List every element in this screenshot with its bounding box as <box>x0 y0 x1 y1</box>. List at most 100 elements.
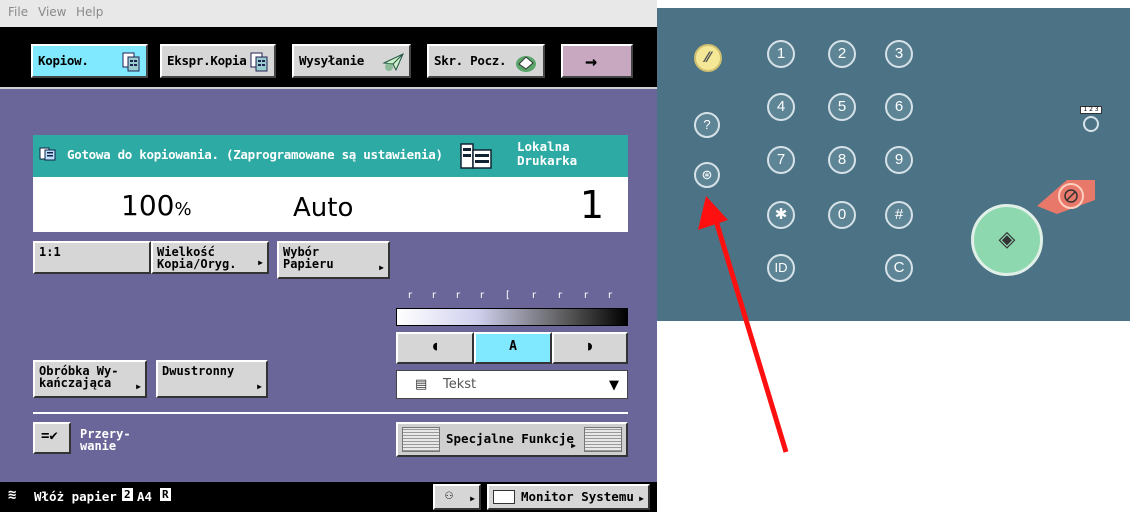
stop-key[interactable] <box>1037 176 1097 216</box>
help-key[interactable]: ? <box>694 112 720 138</box>
chevron-right-icon: ▶ <box>379 263 384 272</box>
interrupt-button[interactable]: =✔ <box>33 422 71 454</box>
key-9[interactable]: 9 <box>885 146 913 174</box>
key-2[interactable]: 2 <box>828 40 856 68</box>
menu-bar: File View Help <box>0 0 657 27</box>
location-line2: Drukarka <box>517 153 578 168</box>
grid-pattern-icon <box>584 427 622 452</box>
tab-divider <box>0 87 657 89</box>
special-functions-button[interactable]: Specjalne Funkcje ▶ <box>396 422 628 457</box>
status-message: Gotowa do kopiowania. (Zaprogramowane są… <box>67 147 443 162</box>
key-4[interactable]: 4 <box>767 93 795 121</box>
key-9-label: 9 <box>894 151 904 168</box>
chevron-right-icon: ▶ <box>258 258 263 267</box>
key-8[interactable]: 8 <box>828 146 856 174</box>
finishing-button[interactable]: Obróbka Wy- kańczająca ▶ <box>33 360 147 398</box>
start-key[interactable]: ◈ <box>971 204 1043 276</box>
density-auto-button[interactable]: A <box>474 332 552 364</box>
key-5-label: 5 <box>837 98 847 115</box>
zoom-value: 100 <box>121 189 175 222</box>
location-line1: Lokalna <box>517 139 570 154</box>
original-type-value: Tekst <box>443 377 477 392</box>
zoom-display: 100% <box>121 189 192 222</box>
screenshot-root: File View Help Kopiow. Ekspr.Kopia Wysył… <box>0 0 1130 512</box>
key-6-label: 6 <box>894 98 904 115</box>
tab-copy[interactable]: Kopiow. <box>31 44 148 78</box>
separator <box>33 412 628 414</box>
paper-select-button[interactable]: Wybór Papieru ▶ <box>277 241 390 279</box>
zoom-unit: % <box>174 199 192 220</box>
copy-count-display: 1 <box>579 183 604 227</box>
arrow-head <box>698 196 728 230</box>
copy-size-button[interactable]: Wielkość Kopia/Oryg. ▶ <box>151 241 269 274</box>
counter-label: 1 2 3 <box>1080 106 1102 114</box>
paper-message: Włóż papier <box>34 489 117 504</box>
chevron-right-icon: ▶ <box>639 494 644 503</box>
network-icon: ⚇ <box>445 488 453 503</box>
right-arrow-icon: → <box>585 49 598 73</box>
density-gradient <box>396 308 628 326</box>
chevron-right-icon: ▶ <box>571 441 576 450</box>
paper-select-button-label: Wybór Papieru <box>283 245 334 271</box>
dropdown-arrow-icon: ▼ <box>609 378 619 393</box>
half-circle-right-icon: ◗ <box>586 339 594 354</box>
paper-size: A4 <box>137 489 153 504</box>
ratio-button[interactable]: 1:1 <box>33 241 151 274</box>
document-icon: ▤ <box>415 377 428 392</box>
paper-feed-icon: ≋ <box>8 487 17 503</box>
tab-express-copy-label: Ekspr.Kopia <box>167 53 247 68</box>
mailbox-tray-icon <box>516 56 536 72</box>
key-0-label: 0 <box>837 206 847 223</box>
key-hash-label: # <box>894 206 904 223</box>
key-0[interactable]: 0 <box>828 201 856 229</box>
density-darker-button[interactable]: ◗ <box>552 332 628 364</box>
interrupt-icon: =✔ <box>41 428 58 444</box>
key-hash[interactable]: # <box>885 201 913 229</box>
finishing-button-label: Obróbka Wy- kańczająca <box>39 364 119 390</box>
documents-icon <box>39 147 56 161</box>
key-2-label: 2 <box>837 45 847 62</box>
ratio-button-label: 1:1 <box>39 245 61 259</box>
tab-mailbox[interactable]: Skr. Pocz. <box>427 44 545 78</box>
reset-icon: ⁄⁄ <box>705 50 711 66</box>
arrow-shaft <box>711 213 789 453</box>
system-monitor-button[interactable]: Monitor Systemu ▶ <box>487 484 650 510</box>
menu-help[interactable]: Help <box>76 5 103 19</box>
help-key-label: ? <box>703 117 711 132</box>
key-3-label: 3 <box>894 45 904 62</box>
orientation-badge: R <box>160 488 171 501</box>
interrupt-label: Przery- wanie <box>80 427 131 453</box>
next-tabs-button[interactable]: → <box>561 44 633 78</box>
reset-key[interactable]: ⁄⁄ <box>694 44 722 72</box>
express-copy-icon <box>250 52 268 72</box>
tab-send[interactable]: Wysyłanie <box>292 44 411 78</box>
half-circle-left-icon: ◖ <box>431 339 439 354</box>
tab-mailbox-label: Skr. Pocz. <box>434 53 507 68</box>
clear-key[interactable]: C <box>885 254 913 282</box>
stop-key-housing <box>1037 176 1097 216</box>
key-5[interactable]: 5 <box>828 93 856 121</box>
network-status-button[interactable]: ⚇ ▶ <box>433 484 481 510</box>
key-7[interactable]: 7 <box>767 146 795 174</box>
paper-display: Auto <box>293 193 354 223</box>
copy-size-button-label: Wielkość Kopia/Oryg. <box>157 245 237 271</box>
status-bar: Gotowa do kopiowania. (Zaprogramowane są… <box>33 135 628 177</box>
system-monitor-label: Monitor Systemu <box>521 489 634 504</box>
counter-check-key[interactable]: 1 2 3 <box>1078 106 1104 132</box>
duplex-button-label: Dwustronny <box>162 364 235 378</box>
density-auto-label: A <box>509 339 517 354</box>
original-type-select[interactable]: ▤ Tekst ▼ <box>396 370 628 399</box>
special-functions-label: Specjalne Funkcje <box>446 431 574 446</box>
menu-file[interactable]: File <box>8 5 28 19</box>
key-7-label: 7 <box>776 151 786 168</box>
key-6[interactable]: 6 <box>885 93 913 121</box>
tab-send-label: Wysyłanie <box>299 53 365 68</box>
menu-view[interactable]: View <box>38 5 66 19</box>
tab-express-copy[interactable]: Ekspr.Kopia <box>160 44 276 78</box>
additional-functions-key[interactable]: ⊛ <box>694 162 720 188</box>
duplex-button[interactable]: Dwustronny ▶ <box>156 360 268 398</box>
monitor-icon <box>493 490 515 504</box>
density-lighter-button[interactable]: ◖ <box>396 332 474 364</box>
key-3[interactable]: 3 <box>885 40 913 68</box>
key-1[interactable]: 1 <box>767 40 795 68</box>
